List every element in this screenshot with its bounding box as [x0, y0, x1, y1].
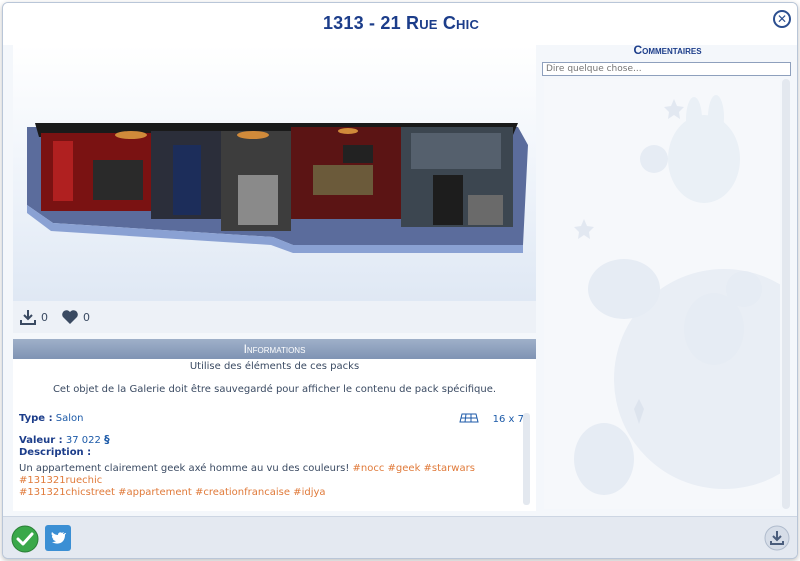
comment-input[interactable]: [542, 62, 791, 76]
save-to-library-button[interactable]: [764, 525, 790, 551]
lot-details: Type : Salon 16 x 7 Valeur : 37 022 § De…: [19, 411, 524, 509]
comments-area: [544, 79, 780, 509]
grid-icon: [458, 413, 479, 426]
comments-scrollbar[interactable]: [782, 79, 790, 509]
downloads-count: 0: [41, 310, 48, 324]
favorites-count: 0: [83, 310, 90, 324]
comments-title: Commentaires: [633, 43, 702, 57]
info-scrollbar[interactable]: [523, 413, 530, 505]
close-icon: ✕: [776, 12, 788, 26]
twitter-icon: [45, 525, 71, 555]
close-button[interactable]: ✕: [773, 10, 791, 28]
lot-size-value: 16 x 7: [492, 414, 524, 425]
twitter-share-button[interactable]: [45, 525, 71, 551]
gallery-note: Cet objet de la Galerie doit être sauveg…: [52, 384, 497, 395]
stats-bar: 0 0: [13, 301, 536, 333]
downloads-stat: 0: [19, 309, 48, 325]
value-row: Valeur : 37 022 §: [19, 433, 110, 446]
download-icon: [19, 309, 37, 325]
information-header: Informations: [13, 339, 536, 359]
save-download-icon: [764, 525, 790, 555]
checkmark-icon: [11, 525, 39, 557]
favorites-stat[interactable]: 0: [61, 309, 90, 325]
lot-preview-image: [13, 45, 536, 301]
description-text: Un appartement clairement geek axé homme…: [19, 463, 509, 499]
description-body: Un appartement clairement geek axé homme…: [19, 463, 350, 474]
description-row: Description :: [19, 447, 91, 458]
type-row: Type : Salon: [19, 413, 83, 424]
lot-render: [27, 123, 528, 253]
hashtags-line-2: #131321chicstreet #appartement #creation…: [19, 487, 326, 498]
packs-line: Utilise des éléments de ces packs: [189, 361, 360, 372]
heart-icon: [61, 309, 79, 325]
footer-bar: [3, 516, 797, 558]
title-bar: 1313 - 21 Rue Chic ✕: [3, 3, 797, 45]
type-label: Type :: [19, 413, 53, 424]
value-label: Valeur :: [19, 435, 63, 446]
value-amount: 37 022: [65, 435, 101, 446]
comments-background-illustration: [574, 95, 780, 495]
confirm-button[interactable]: [11, 525, 39, 553]
type-value: Salon: [55, 413, 84, 424]
currency-symbol: §: [104, 433, 110, 446]
lot-size: 16 x 7: [458, 413, 524, 426]
description-label: Description :: [19, 447, 92, 458]
lot-title: 1313 - 21 Rue Chic: [322, 13, 480, 33]
information-panel: Informations Utilise des éléments de ces…: [13, 339, 536, 511]
gallery-lot-window: 1313 - 21 Rue Chic ✕ 0 0 Informations Ut…: [2, 2, 798, 559]
